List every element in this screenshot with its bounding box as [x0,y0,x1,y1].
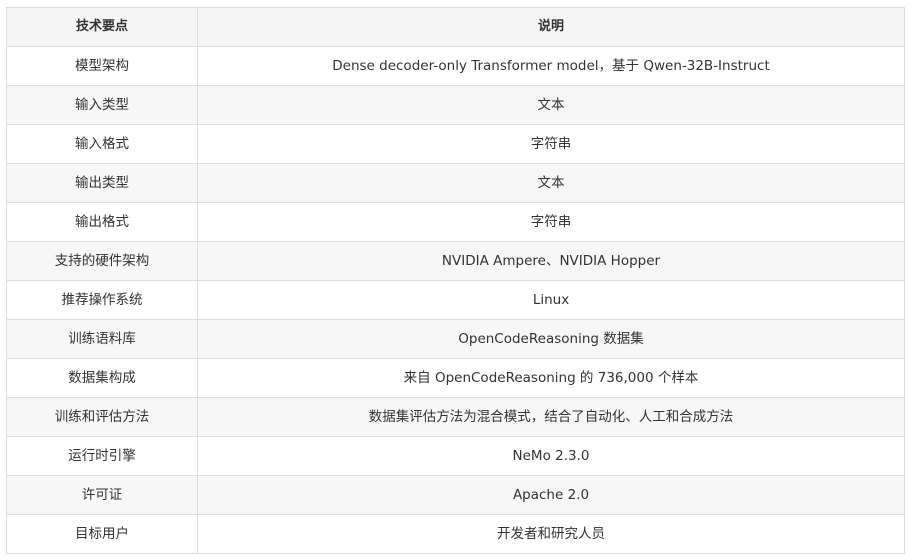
table-row: 输入类型 文本 [6,85,905,125]
row-key: 推荐操作系统 [6,280,198,320]
table-row: 目标用户 开发者和研究人员 [6,514,905,554]
table-row: 运行时引擎 NeMo 2.3.0 [6,436,905,476]
row-key: 运行时引擎 [6,436,198,476]
row-key: 输出类型 [6,163,198,203]
row-key: 许可证 [6,475,198,515]
table-row: 数据集构成 来自 OpenCodeReasoning 的 736,000 个样本 [6,358,905,398]
spec-table-container: 技术要点 说明 模型架构 Dense decoder-only Transfor… [6,7,905,554]
row-key: 输入格式 [6,124,198,164]
row-value: 字符串 [197,202,905,242]
spec-table: 技术要点 说明 模型架构 Dense decoder-only Transfor… [6,7,905,554]
table-row: 输出类型 文本 [6,163,905,203]
row-key: 输入类型 [6,85,198,125]
table-header-row: 技术要点 说明 [6,7,905,47]
row-key: 训练和评估方法 [6,397,198,437]
row-value: 文本 [197,85,905,125]
row-key: 模型架构 [6,46,198,86]
row-value: 开发者和研究人员 [197,514,905,554]
header-key: 技术要点 [6,7,198,47]
row-value: Dense decoder-only Transformer model，基于 … [197,46,905,86]
header-value: 说明 [197,7,905,47]
row-value: 数据集评估方法为混合模式，结合了自动化、人工和合成方法 [197,397,905,437]
table-row: 推荐操作系统 Linux [6,280,905,320]
row-value: 来自 OpenCodeReasoning 的 736,000 个样本 [197,358,905,398]
row-value: Linux [197,280,905,320]
row-value: 文本 [197,163,905,203]
row-key: 输出格式 [6,202,198,242]
row-value: NeMo 2.3.0 [197,436,905,476]
row-value: NVIDIA Ampere、NVIDIA Hopper [197,241,905,281]
table-row: 训练和评估方法 数据集评估方法为混合模式，结合了自动化、人工和合成方法 [6,397,905,437]
row-key: 目标用户 [6,514,198,554]
table-row: 许可证 Apache 2.0 [6,475,905,515]
table-row: 支持的硬件架构 NVIDIA Ampere、NVIDIA Hopper [6,241,905,281]
table-row: 模型架构 Dense decoder-only Transformer mode… [6,46,905,86]
row-value: OpenCodeReasoning 数据集 [197,319,905,359]
row-value: Apache 2.0 [197,475,905,515]
row-key: 训练语料库 [6,319,198,359]
table-row: 训练语料库 OpenCodeReasoning 数据集 [6,319,905,359]
table-row: 输出格式 字符串 [6,202,905,242]
table-row: 输入格式 字符串 [6,124,905,164]
row-key: 数据集构成 [6,358,198,398]
row-value: 字符串 [197,124,905,164]
row-key: 支持的硬件架构 [6,241,198,281]
